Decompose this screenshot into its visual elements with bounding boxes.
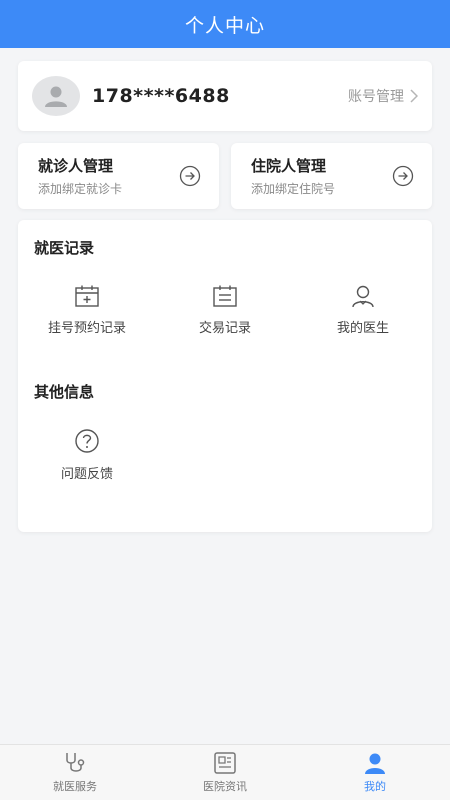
user-avatar-icon[interactable]	[32, 76, 80, 116]
account-manage-link[interactable]: 账号管理	[348, 86, 418, 106]
tab-mine-label: 我的	[364, 780, 386, 793]
my-doctor-label: 我的医生	[336, 321, 389, 336]
patient-manage-subtitle: 添加绑定就诊卡	[38, 182, 123, 196]
page-title: 个人中心	[184, 14, 265, 37]
arrow-right-circle-icon	[179, 165, 201, 187]
receipt-icon	[213, 285, 237, 307]
tab-hospital-news[interactable]: 医院资讯	[150, 745, 300, 800]
inpatient-manage-subtitle: 添加绑定住院号	[251, 182, 336, 196]
inpatient-manage-card[interactable]: 住院人管理 添加绑定住院号	[231, 143, 432, 209]
tab-hospital-news-label: 医院资讯	[203, 780, 247, 793]
header-bar: 个人中心	[0, 0, 450, 48]
transaction-records-item[interactable]: 交易记录	[160, 284, 290, 336]
account-card[interactable]: 178****6488 账号管理	[18, 61, 432, 131]
patient-manage-title: 就诊人管理	[38, 157, 114, 175]
news-icon	[214, 752, 236, 774]
arrow-right-circle-icon	[392, 165, 414, 187]
feedback-label: 问题反馈	[60, 467, 113, 482]
phone-number: 178****6488	[92, 85, 230, 107]
tab-medical-service-label: 就医服务	[53, 780, 97, 793]
calendar-icon	[75, 285, 99, 307]
account-manage-label: 账号管理	[348, 89, 404, 105]
tab-mine[interactable]: 我的	[300, 745, 450, 800]
records-card: 就医记录 挂号预约记录 交易记录 我的医生 其他信息 问题反馈	[18, 220, 432, 532]
chevron-right-icon	[410, 89, 418, 103]
question-icon	[75, 429, 99, 453]
appointment-records-item[interactable]: 挂号预约记录	[22, 284, 152, 336]
transaction-records-label: 交易记录	[198, 321, 251, 336]
doctor-icon	[352, 285, 374, 308]
tab-bar: 就医服务 医院资讯 我的	[0, 744, 450, 800]
stethoscope-icon	[66, 753, 85, 772]
feedback-item[interactable]: 问题反馈	[22, 428, 152, 482]
inpatient-manage-title: 住院人管理	[251, 157, 327, 175]
appointment-records-label: 挂号预约记录	[47, 321, 126, 336]
other-info-title: 其他信息	[34, 383, 95, 401]
medical-records-title: 就医记录	[34, 239, 95, 257]
tab-medical-service[interactable]: 就医服务	[0, 745, 150, 800]
my-doctor-item[interactable]: 我的医生	[298, 284, 428, 336]
profile-icon	[365, 753, 385, 774]
patient-manage-card[interactable]: 就诊人管理 添加绑定就诊卡	[18, 143, 219, 209]
